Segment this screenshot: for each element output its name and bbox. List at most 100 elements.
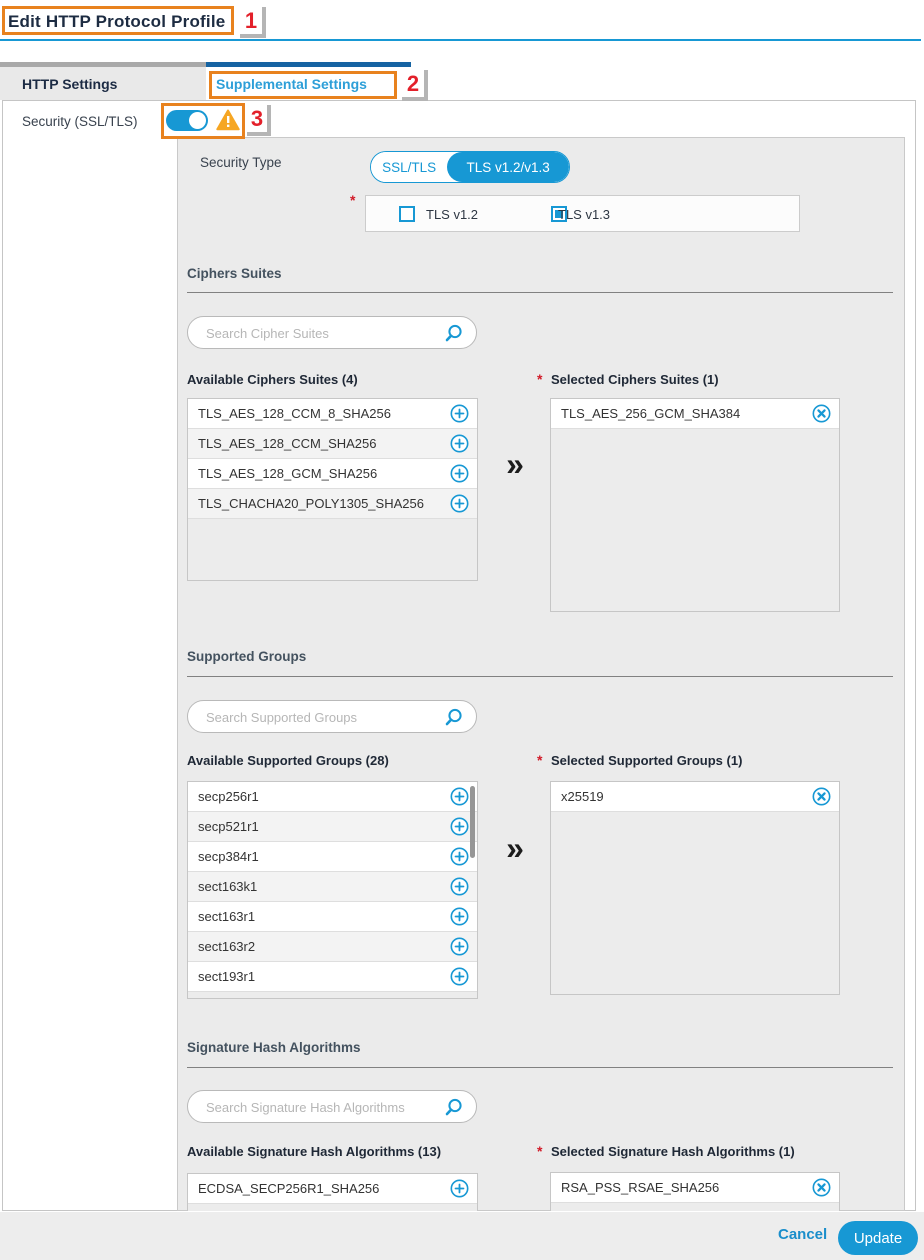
remove-icon[interactable] <box>812 404 831 423</box>
add-icon[interactable] <box>450 967 469 986</box>
list-item-label: secp384r1 <box>198 849 450 864</box>
required-asterisk: * <box>537 752 542 768</box>
list-item: sect193r1 <box>188 962 477 992</box>
add-icon[interactable] <box>450 434 469 453</box>
supported-groups-search-input[interactable] <box>204 702 430 733</box>
supported-groups-search <box>187 700 477 733</box>
available-ciphers-label: Available Ciphers Suites (4) <box>187 372 358 387</box>
list-item: TLS_AES_128_CCM_SHA256 <box>188 429 477 459</box>
transfer-all-icon[interactable]: » <box>498 828 532 868</box>
cancel-button[interactable]: Cancel <box>778 1226 827 1243</box>
title-divider <box>0 39 921 41</box>
available-groups-list: secp256r1 secp521r1 secp384r1 sect163k1 sect… <box>187 781 478 999</box>
search-icon[interactable] <box>444 707 464 732</box>
list-item: x25519 <box>551 782 839 812</box>
list-item-label: sect193r1 <box>198 969 450 984</box>
tab-supplemental-settings[interactable]: Supplemental Settings <box>206 67 411 100</box>
section-title-supported-groups: Supported Groups <box>187 649 306 664</box>
tab-supplemental-settings-label: Supplemental Settings <box>216 76 367 92</box>
cipher-suites-search-input[interactable] <box>204 318 430 349</box>
selected-groups-label: Selected Supported Groups (1) <box>551 753 742 768</box>
add-icon[interactable] <box>450 937 469 956</box>
security-toggle[interactable] <box>166 110 208 131</box>
required-asterisk: * <box>350 192 355 208</box>
section-title-ciphers-suites: Ciphers Suites <box>187 266 282 281</box>
list-item: secp256r1 <box>188 782 477 812</box>
list-item-label: sect163r1 <box>198 909 450 924</box>
list-item-label: secp256r1 <box>198 789 450 804</box>
list-item: secp521r1 <box>188 812 477 842</box>
add-icon[interactable] <box>450 1179 469 1198</box>
add-icon[interactable] <box>450 464 469 483</box>
available-signature-hash-list: ECDSA_SECP256R1_SHA256 <box>187 1173 478 1211</box>
section-divider <box>187 676 893 677</box>
annotation-number-1: 1 <box>240 7 266 38</box>
list-item-label: x25519 <box>561 789 812 804</box>
add-icon[interactable] <box>450 907 469 926</box>
section-divider <box>187 1067 893 1068</box>
available-groups-label: Available Supported Groups (28) <box>187 753 389 768</box>
segment-tls-v12-v13[interactable]: TLS v1.2/v1.3 <box>447 152 569 182</box>
selected-signature-hash-list: RSA_PSS_RSAE_SHA256 <box>550 1172 840 1211</box>
available-signature-hash-label: Available Signature Hash Algorithms (13) <box>187 1144 441 1159</box>
list-item: sect163k1 <box>188 872 477 902</box>
selected-groups-list: x25519 <box>550 781 840 995</box>
tab-http-settings[interactable]: HTTP Settings <box>0 67 206 100</box>
security-type-label: Security Type <box>200 155 282 170</box>
list-item-label: RSA_PSS_RSAE_SHA256 <box>561 1180 812 1195</box>
list-item-label: TLS_AES_128_CCM_8_SHA256 <box>198 406 450 421</box>
available-ciphers-list: TLS_AES_128_CCM_8_SHA256 TLS_AES_128_CCM_… <box>187 398 478 581</box>
page-title: Edit HTTP Protocol Profile <box>8 12 225 32</box>
annotation-number-3: 3 <box>247 105 271 136</box>
checkbox-tls-v1-2[interactable] <box>399 206 415 222</box>
footer-bar: Cancel Update <box>0 1212 924 1260</box>
list-item-label: TLS_AES_128_GCM_SHA256 <box>198 466 450 481</box>
remove-icon[interactable] <box>812 1178 831 1197</box>
search-icon[interactable] <box>444 323 464 348</box>
remove-icon[interactable] <box>812 787 831 806</box>
selected-ciphers-label: Selected Ciphers Suites (1) <box>551 372 719 387</box>
edit-http-protocol-profile-dialog: Edit HTTP Protocol Profile HTTP Settings… <box>0 0 924 1260</box>
list-item: RSA_PSS_RSAE_SHA256 <box>551 1173 839 1203</box>
add-icon[interactable] <box>450 494 469 513</box>
list-item-label: secp521r1 <box>198 819 450 834</box>
list-item-label: sect163r2 <box>198 939 450 954</box>
list-item-label: ECDSA_SECP256R1_SHA256 <box>198 1181 450 1196</box>
cipher-suites-search <box>187 316 477 349</box>
list-item: TLS_CHACHA20_POLY1305_SHA256 <box>188 489 477 519</box>
list-item: sect163r1 <box>188 902 477 932</box>
list-item: TLS_AES_128_CCM_8_SHA256 <box>188 399 477 429</box>
required-asterisk: * <box>537 1143 542 1159</box>
list-item-label: TLS_AES_128_CCM_SHA256 <box>198 436 450 451</box>
list-item-label: TLS_AES_256_GCM_SHA384 <box>561 406 812 421</box>
list-item: sect163r2 <box>188 932 477 962</box>
search-icon[interactable] <box>444 1097 464 1122</box>
tls-version-checkbox-group: TLS v1.2 TLS v1.3 <box>365 195 800 232</box>
warning-triangle-icon <box>216 109 240 136</box>
section-divider <box>187 292 893 293</box>
signature-hash-search <box>187 1090 477 1123</box>
add-icon[interactable] <box>450 847 469 866</box>
security-type-segmented-control: SSL/TLS TLS v1.2/v1.3 <box>370 151 570 183</box>
tab-http-settings-label: HTTP Settings <box>22 76 117 92</box>
list-item-label: sect163k1 <box>198 879 450 894</box>
add-icon[interactable] <box>450 404 469 423</box>
list-item: TLS_AES_128_GCM_SHA256 <box>188 459 477 489</box>
section-title-signature-hash: Signature Hash Algorithms <box>187 1040 361 1055</box>
segment-ssl-tls[interactable]: SSL/TLS <box>371 152 447 182</box>
update-button[interactable]: Update <box>838 1221 918 1255</box>
list-item-label: TLS_CHACHA20_POLY1305_SHA256 <box>198 496 450 511</box>
list-item: ECDSA_SECP256R1_SHA256 <box>188 1174 477 1204</box>
add-icon[interactable] <box>450 877 469 896</box>
list-item: TLS_AES_256_GCM_SHA384 <box>551 399 839 429</box>
add-icon[interactable] <box>450 787 469 806</box>
selected-ciphers-list: TLS_AES_256_GCM_SHA384 <box>550 398 840 612</box>
add-icon[interactable] <box>450 817 469 836</box>
toggle-knob <box>189 112 206 129</box>
security-ssl-tls-label: Security (SSL/TLS) <box>22 114 138 129</box>
selected-signature-hash-label: Selected Signature Hash Algorithms (1) <box>551 1144 795 1159</box>
list-scrollbar[interactable] <box>470 786 475 858</box>
signature-hash-search-input[interactable] <box>204 1092 430 1123</box>
transfer-all-icon[interactable]: » <box>498 444 532 484</box>
required-asterisk: * <box>537 371 542 387</box>
